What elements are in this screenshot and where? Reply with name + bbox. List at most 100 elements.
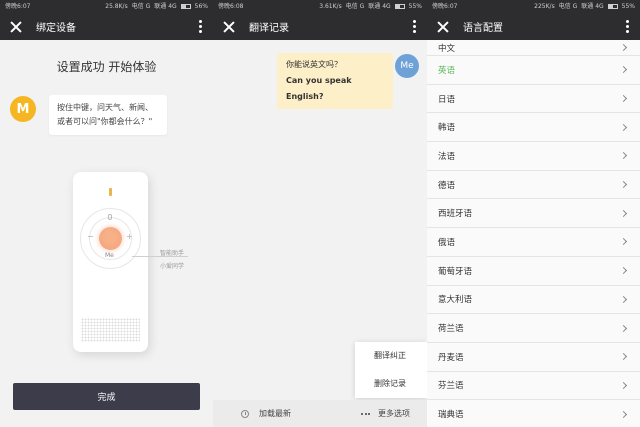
assistant-logo: M (10, 96, 36, 122)
page-title: 翻译记录 (249, 23, 289, 34)
more-options-button[interactable]: 更多选项 (361, 408, 427, 419)
status-carrier2: 联通 4G (368, 3, 391, 10)
language-label: 中文 (438, 43, 456, 54)
language-config-screen: 傍晚6:07 225K/s 电信 G 联通 4G 55% 语言配置 中文英语日语… (427, 0, 640, 427)
load-latest-button[interactable]: 加载最新 (213, 408, 361, 419)
more-vert-icon[interactable] (195, 20, 205, 33)
language-item[interactable]: 瑞典语 (427, 400, 640, 427)
status-speed: 25.8K/s (105, 3, 128, 10)
language-label: 法语 (438, 151, 456, 162)
minus-icon: − (87, 232, 94, 241)
status-speed: 225K/s (534, 3, 555, 10)
status-battery: 55% (408, 3, 422, 10)
battery-icon (607, 4, 618, 9)
message-bubble[interactable]: 你能说英文吗？ Can you speak English? (277, 53, 393, 109)
language-item[interactable]: 俄语 (427, 228, 640, 257)
language-list: 中文英语日语韩语法语德语西班牙语俄语葡萄牙语意大利语 荷兰语丹麦语芬兰语瑞典语 (427, 40, 640, 427)
done-button[interactable]: 完成 (13, 383, 200, 410)
more-options-label: 更多选项 (378, 409, 410, 418)
status-carrier2: 联通 4G (154, 3, 177, 10)
chevron-right-icon (619, 381, 628, 389)
more-vert-icon[interactable] (622, 20, 632, 33)
battery-icon (180, 4, 191, 9)
context-menu: 翻译纠正 删除记录 (355, 342, 427, 398)
language-item[interactable]: 法语 (427, 142, 640, 171)
chevron-right-icon (619, 295, 628, 303)
more-horiz-icon (361, 412, 370, 415)
chevron-right-icon (619, 267, 628, 275)
language-label: 德语 (438, 180, 456, 191)
close-icon[interactable] (435, 19, 451, 35)
status-speed: 3.61K/s (319, 3, 342, 10)
language-label: 芬兰语 (438, 381, 464, 392)
language-label: 英语 (438, 65, 456, 76)
translator-device-illustration: − + Me (73, 172, 148, 352)
language-item[interactable]: 德语 (427, 170, 640, 200)
language-label: 日语 (438, 94, 456, 105)
language-item[interactable]: 意大利语 (427, 285, 640, 315)
mic-icon (108, 214, 112, 220)
language-label: 瑞典语 (438, 410, 464, 421)
status-bar: 傍晚6:07 225K/s 电信 G 联通 4G 55% (427, 0, 640, 13)
status-carrier: 电信 G (131, 3, 151, 10)
battery-icon (394, 4, 405, 9)
hint-bubble: 按住中键，问天气、新闻、 或者可以问"你都会什么？" (49, 95, 167, 135)
chevron-right-icon (619, 94, 628, 103)
center-key (99, 227, 122, 250)
chevron-right-icon (619, 123, 628, 131)
status-bar: 傍晚6:07 25.8K/s 电信 G 联通 4G 56% (0, 0, 213, 13)
more-vert-icon[interactable] (409, 20, 419, 33)
language-label: 葡萄牙语 (438, 266, 473, 277)
language-label: 韩语 (438, 123, 456, 134)
led-indicator (109, 188, 112, 196)
status-time: 傍晚6:07 (432, 3, 458, 10)
language-item[interactable]: 韩语 (427, 113, 640, 143)
chevron-right-icon (619, 238, 628, 246)
hint-line: 按住中键，问天气、新闻、 (57, 103, 153, 112)
close-icon[interactable] (8, 19, 24, 35)
chevron-right-icon (619, 324, 628, 332)
success-heading: 设置成功 开始体验 (56, 60, 157, 74)
page-title: 语言配置 (463, 23, 503, 34)
callout-sublabel: 小爱同学 (160, 263, 185, 270)
app-bar: 语言配置 (427, 13, 640, 40)
plus-icon: + (126, 232, 133, 241)
chevron-right-icon (619, 209, 628, 217)
language-item[interactable]: 荷兰语 (427, 314, 640, 343)
language-label: 俄语 (438, 237, 456, 248)
language-item[interactable]: 丹麦语 (427, 342, 640, 372)
status-time: 傍晚6:07 (5, 3, 31, 10)
status-carrier2: 联通 4G (581, 3, 604, 10)
language-label: 丹麦语 (438, 352, 464, 363)
app-bar: 翻译记录 (213, 13, 427, 40)
close-icon[interactable] (221, 19, 237, 35)
language-item[interactable]: 中文 (427, 40, 640, 56)
translation-history-screen: 傍晚6:08 3.61K/s 电信 G 联通 4G 55% 翻译记录 你能说英文… (213, 0, 427, 427)
translated-text: Can you speak English? (286, 76, 352, 101)
language-item[interactable]: 葡萄牙语 (427, 256, 640, 286)
menu-item-delete-record[interactable]: 删除记录 (355, 370, 427, 398)
status-carrier: 电信 G (558, 3, 578, 10)
source-text: 你能说英文吗？ (286, 60, 342, 69)
bottom-bar: 加载最新 更多选项 (213, 400, 427, 427)
avatar: Me (395, 54, 419, 78)
chevron-right-icon (619, 181, 628, 189)
chevron-right-icon (619, 66, 628, 74)
me-key-label: Me (105, 252, 114, 259)
status-battery: 56% (194, 3, 208, 10)
status-bar: 傍晚6:08 3.61K/s 电信 G 联通 4G 55% (213, 0, 427, 13)
clock-icon (241, 409, 249, 418)
language-item[interactable]: 日语 (427, 84, 640, 114)
language-label: 西班牙语 (438, 209, 473, 220)
language-item[interactable]: 芬兰语 (427, 371, 640, 401)
app-bar: 绑定设备 (0, 13, 213, 40)
language-item[interactable]: 西班牙语 (427, 199, 640, 229)
menu-item-correct-translation[interactable]: 翻译纠正 (355, 342, 427, 370)
callout-label: 智能助手 (160, 250, 185, 257)
language-item[interactable]: 英语 (427, 56, 640, 85)
hint-line: 或者可以问"你都会什么？" (57, 117, 153, 126)
status-time: 傍晚6:08 (218, 3, 244, 10)
load-latest-label: 加载最新 (259, 409, 291, 418)
chevron-right-icon (619, 353, 628, 361)
speaker-grill (81, 318, 140, 342)
